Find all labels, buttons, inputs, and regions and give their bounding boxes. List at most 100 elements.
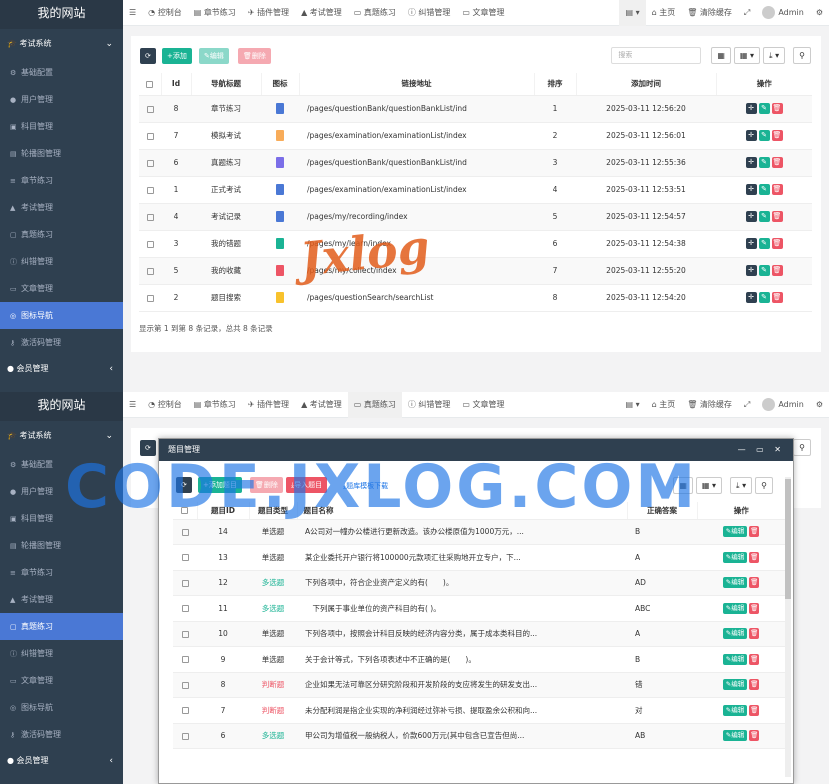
export-icon[interactable]: ⤓ ▾: [763, 47, 786, 64]
menu-toggle-icon[interactable]: ☰: [123, 0, 142, 26]
edit-icon[interactable]: ✎: [758, 238, 770, 249]
edit-button[interactable]: ✎编辑: [722, 704, 748, 716]
edit-icon[interactable]: ✎: [758, 265, 770, 276]
table-row[interactable]: 1 正式考试/pages/examination/examinationList/…: [139, 176, 812, 204]
refresh-button[interactable]: ⟳: [140, 48, 156, 64]
sidebar-group-exam[interactable]: 🎓 考试系统 ⌄: [0, 421, 123, 451]
move-icon[interactable]: ✛: [745, 211, 757, 222]
sidebar-item[interactable]: ≡ 章节练习: [0, 559, 123, 586]
move-icon[interactable]: ✛: [745, 103, 757, 114]
row-select[interactable]: [173, 570, 197, 596]
row-select[interactable]: [173, 672, 197, 698]
delete-icon[interactable]: 🗑: [749, 653, 760, 665]
sidebar-item[interactable]: ▢ 真题练习: [0, 221, 123, 248]
add-button[interactable]: +添加: [162, 48, 192, 64]
table-row[interactable]: 7 模拟考试/pages/examination/examinationList/…: [139, 122, 812, 150]
sidebar-item[interactable]: ⓘ 纠错管理: [0, 248, 123, 275]
edit-button[interactable]: ✎编辑: [199, 48, 229, 64]
settings-icon[interactable]: ⚙: [810, 0, 829, 26]
sidebar-item[interactable]: ▤ 轮播图管理: [0, 140, 123, 167]
top-nav-item[interactable]: ▭ 文章管理: [456, 392, 510, 418]
delete-icon[interactable]: 🗑: [749, 602, 760, 614]
sidebar-item[interactable]: ● 用户管理: [0, 86, 123, 113]
sidebar-item[interactable]: ▲ 考试管理: [0, 194, 123, 221]
row-select[interactable]: [139, 95, 161, 123]
top-nav-item[interactable]: ◔ 控制台: [142, 392, 188, 418]
scrollbar[interactable]: [785, 477, 791, 777]
move-icon[interactable]: ✛: [745, 130, 757, 141]
top-nav-item[interactable]: ◔ 控制台: [142, 0, 188, 26]
move-icon[interactable]: ✛: [745, 157, 757, 168]
move-icon[interactable]: ✛: [745, 184, 757, 195]
top-nav-item[interactable]: ▲ 考试管理: [295, 0, 348, 26]
edit-icon[interactable]: ✎: [758, 211, 770, 222]
delete-icon[interactable]: 🗑: [749, 526, 760, 538]
table-row[interactable]: 8 判断题 企业如果无法可靠区分研究阶段和开发阶段的支应将发生的研发支出... 错 ✎编…: [173, 672, 785, 698]
delete-icon[interactable]: 🗑: [749, 679, 760, 691]
delete-icon[interactable]: 🗑: [749, 704, 760, 716]
table-row[interactable]: 7 判断题 未分配利润是指企业实现的净利润经过弥补亏损、提取盈余公积和向... 对 ✎编…: [173, 697, 785, 724]
table-row[interactable]: 5 我的收藏/pages/my/collect/index 7 2025-03-11 …: [139, 257, 812, 285]
row-select[interactable]: [139, 122, 161, 150]
delete-icon[interactable]: 🗑: [771, 238, 783, 249]
table-row[interactable]: 11 多选题 下列属于事业单位的资产科目的有( )。 ABC ✎编辑 🗑: [173, 595, 785, 622]
edit-button[interactable]: ✎编辑: [722, 602, 748, 614]
row-select[interactable]: [173, 723, 197, 749]
table-row[interactable]: 3 我的错题/pages/my/learn/index 6 2025-03-11 12…: [139, 230, 812, 258]
delete-icon[interactable]: 🗑: [771, 184, 783, 195]
move-icon[interactable]: ✛: [745, 238, 757, 249]
delete-icon[interactable]: 🗑: [771, 211, 783, 222]
sidebar-item[interactable]: ⚙ 基础配置: [0, 59, 123, 86]
edit-button[interactable]: ✎编辑: [722, 628, 748, 640]
edit-button[interactable]: ✎编辑: [722, 526, 748, 538]
delete-icon[interactable]: 🗑: [749, 730, 760, 742]
edit-icon[interactable]: ✎: [758, 103, 770, 114]
toggle-menu-button[interactable]: ▤ ▾: [619, 0, 646, 26]
edit-button[interactable]: ✎编辑: [722, 653, 748, 665]
sidebar-item[interactable]: ⚷ 激活码管理: [0, 329, 123, 356]
delete-icon[interactable]: 🗑: [749, 551, 760, 563]
top-nav-item[interactable]: ▭ 真题练习: [348, 0, 402, 26]
row-select[interactable]: [173, 621, 197, 647]
table-row[interactable]: 6 真题练习/pages/questionBank/questionBankLis…: [139, 149, 812, 177]
sidebar-item[interactable]: ▲ 考试管理: [0, 586, 123, 613]
columns-icon[interactable]: ▦: [711, 47, 731, 64]
top-nav-item[interactable]: ⓘ 纠错管理: [402, 0, 457, 26]
sidebar-item[interactable]: ◎ 图标导航: [0, 302, 123, 329]
table-row[interactable]: 4 考试记录/pages/my/recording/index 5 2025-03-1…: [139, 203, 812, 231]
row-select[interactable]: [139, 149, 161, 177]
sidebar-item[interactable]: ▭ 文章管理: [0, 275, 123, 302]
search-input[interactable]: 搜索: [611, 47, 702, 64]
top-nav-item[interactable]: ✈ 插件管理: [242, 392, 295, 418]
sidebar-item[interactable]: ▤ 轮播图管理: [0, 532, 123, 559]
delete-icon[interactable]: 🗑: [749, 577, 760, 589]
toggle-menu-button[interactable]: ▤ ▾: [619, 392, 645, 418]
row-select[interactable]: [139, 203, 161, 231]
edit-icon[interactable]: ✎: [758, 157, 770, 168]
sidebar-item[interactable]: ⓘ 纠错管理: [0, 640, 123, 667]
row-select[interactable]: [139, 176, 161, 204]
delete-icon[interactable]: 🗑: [771, 103, 783, 114]
sidebar-item[interactable]: ◎ 图标导航: [0, 694, 123, 721]
top-nav-item[interactable]: ▭ 真题练习: [347, 392, 402, 418]
row-select[interactable]: [139, 257, 161, 285]
row-select[interactable]: [139, 284, 161, 312]
sidebar-group-member[interactable]: ● 会员管理 ‹: [0, 354, 123, 384]
edit-icon[interactable]: ✎: [758, 130, 770, 141]
sidebar-group-member[interactable]: ● 会员管理 ‹: [0, 746, 123, 776]
user-menu[interactable]: Admin: [756, 392, 810, 418]
row-select[interactable]: [173, 697, 197, 724]
delete-button[interactable]: 🗑删除: [238, 48, 271, 64]
search-icon[interactable]: ⚲: [793, 439, 811, 456]
sidebar-item[interactable]: ▢ 真题练习: [0, 613, 123, 640]
sidebar-item[interactable]: ▣ 科目管理: [0, 113, 123, 140]
table-row[interactable]: 10 单选题 下列各项中，按照会计科目反映的经济内容分类，属于成本类科目的... A ✎…: [173, 621, 785, 647]
top-nav-item[interactable]: ⓘ 纠错管理: [402, 392, 457, 418]
delete-icon[interactable]: 🗑: [771, 157, 783, 168]
select-all[interactable]: [139, 73, 161, 96]
top-nav-item[interactable]: ✈ 插件管理: [242, 0, 295, 26]
table-row[interactable]: 9 单选题 关于会计等式，下列各项表述中不正确的是( )。 B ✎编辑 🗑: [173, 646, 785, 673]
clear-cache-link[interactable]: 🗑 清除缓存: [681, 0, 738, 26]
move-icon[interactable]: ✛: [745, 265, 757, 276]
move-icon[interactable]: ✛: [745, 292, 757, 303]
